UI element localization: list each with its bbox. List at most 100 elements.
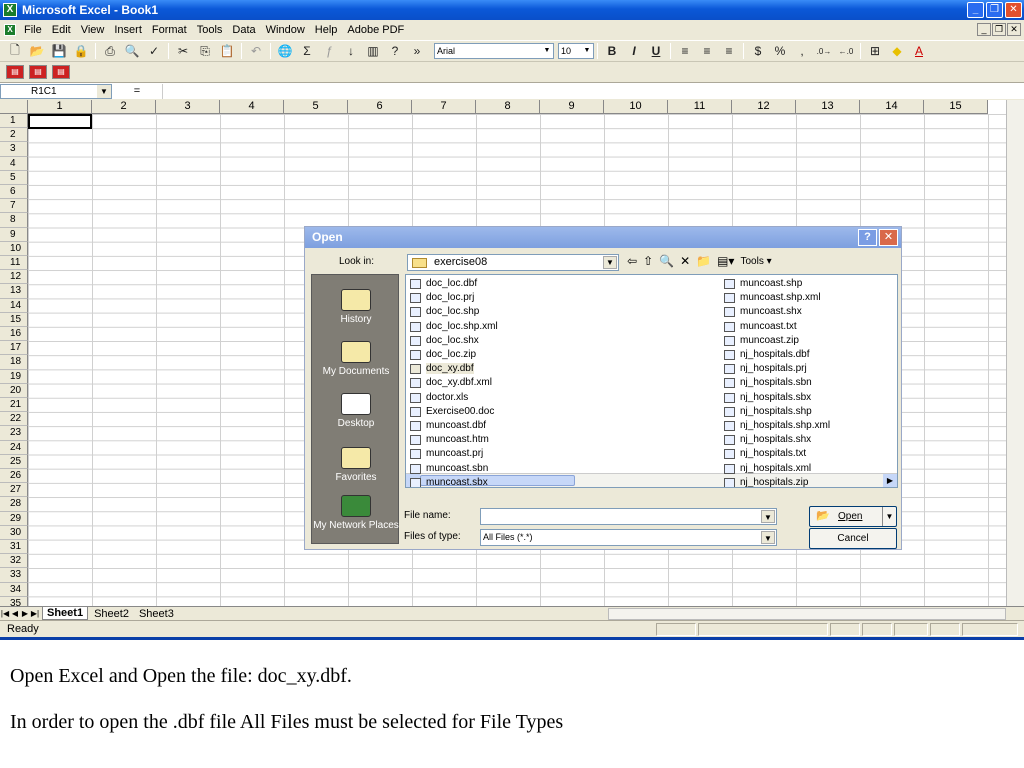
row-header[interactable]: 8	[0, 213, 28, 228]
row-header[interactable]: 21	[0, 398, 28, 413]
file-item[interactable]: muncoast.txt	[722, 320, 797, 334]
menu-tools[interactable]: Tools	[192, 24, 228, 36]
place-desktop[interactable]: Desktop	[312, 393, 400, 429]
file-item[interactable]: doc_xy.dbf	[408, 362, 474, 376]
chevron-down-icon[interactable]: ▼	[882, 507, 896, 526]
row-header[interactable]: 33	[0, 568, 28, 583]
row-header[interactable]: 7	[0, 199, 28, 214]
place-favorites[interactable]: Favorites	[312, 447, 400, 483]
file-item[interactable]: muncoast.zip	[722, 334, 799, 348]
row-header[interactable]: 3	[0, 142, 28, 157]
save-icon[interactable]: 💾	[48, 41, 70, 61]
copy-icon[interactable]: ⎘	[194, 41, 216, 61]
restore-button[interactable]: ❐	[986, 2, 1003, 18]
menu-data[interactable]: Data	[227, 24, 260, 36]
file-item[interactable]: muncoast.shp.xml	[722, 291, 821, 305]
italic-button[interactable]: I	[623, 41, 645, 61]
dialog-help-button[interactable]: ?	[858, 229, 877, 246]
formula-input[interactable]	[162, 83, 1024, 99]
file-type-select[interactable]: All Files (*.*) ▼	[480, 529, 777, 546]
name-box[interactable]: R1C1 ▼	[0, 83, 112, 99]
close-button[interactable]: ✕	[1005, 2, 1022, 18]
pdf-email-icon[interactable]: ▤	[29, 65, 47, 79]
file-name-input[interactable]: ▼	[480, 508, 777, 525]
print-preview-icon[interactable]: 🔍	[121, 41, 143, 61]
file-item[interactable]: muncoast.htm	[408, 433, 489, 447]
row-header[interactable]: 20	[0, 383, 28, 398]
row-header[interactable]: 22	[0, 412, 28, 427]
chart-wizard-icon[interactable]: ▥	[362, 41, 384, 61]
function-icon[interactable]: ƒ	[318, 41, 340, 61]
file-item[interactable]: muncoast.dbf	[408, 419, 486, 433]
column-header[interactable]: 7	[412, 100, 476, 114]
file-item[interactable]: doc_loc.shp	[408, 305, 479, 319]
row-header[interactable]: 5	[0, 170, 28, 185]
file-item[interactable]: nj_hospitals.txt	[722, 447, 806, 461]
dialog-close-button[interactable]: ✕	[879, 229, 898, 246]
file-item[interactable]: doc_loc.zip	[408, 348, 476, 362]
underline-button[interactable]: U	[645, 41, 667, 61]
row-header[interactable]: 9	[0, 227, 28, 242]
increase-decimal-icon[interactable]: .0→	[813, 41, 835, 61]
vertical-scrollbar[interactable]	[1006, 100, 1024, 606]
open-icon[interactable]: 📂	[26, 41, 48, 61]
font-color-icon[interactable]: A	[908, 41, 930, 61]
menu-file[interactable]: File	[19, 24, 47, 36]
file-item[interactable]: nj_hospitals.shp.xml	[722, 419, 830, 433]
autosum-icon[interactable]: Σ	[296, 41, 318, 61]
horizontal-scrollbar[interactable]	[608, 608, 1006, 620]
menu-format[interactable]: Format	[147, 24, 192, 36]
last-sheet-icon[interactable]: ▶|	[30, 609, 40, 618]
mdi-minimize-button[interactable]: _	[977, 23, 991, 36]
file-item[interactable]: muncoast.prj	[408, 447, 483, 461]
file-item[interactable]: doctor.xls	[408, 391, 468, 405]
tab-sheet3[interactable]: Sheet3	[135, 608, 178, 620]
row-header[interactable]: 2	[0, 128, 28, 143]
row-header[interactable]: 25	[0, 454, 28, 469]
borders-icon[interactable]: ⊞	[864, 41, 886, 61]
search-web-icon[interactable]: 🔍	[659, 254, 674, 268]
spelling-icon[interactable]: ✓	[143, 41, 165, 61]
file-item[interactable]: nj_hospitals.dbf	[722, 348, 810, 362]
row-header[interactable]: 28	[0, 497, 28, 512]
row-header[interactable]: 6	[0, 185, 28, 200]
row-header[interactable]: 35	[0, 596, 28, 606]
scroll-right-icon[interactable]: ▶	[883, 474, 897, 487]
column-header[interactable]: 9	[540, 100, 604, 114]
column-header[interactable]: 12	[732, 100, 796, 114]
look-in-select[interactable]: exercise08 ▼	[407, 254, 619, 271]
file-item[interactable]: nj_hospitals.prj	[722, 362, 807, 376]
row-header[interactable]: 24	[0, 440, 28, 455]
active-cell[interactable]	[28, 114, 92, 129]
menu-view[interactable]: View	[76, 24, 110, 36]
row-header[interactable]: 17	[0, 341, 28, 356]
row-header[interactable]: 14	[0, 298, 28, 313]
new-folder-icon[interactable]: 📁	[696, 254, 711, 268]
row-header[interactable]: 34	[0, 582, 28, 597]
back-icon[interactable]: ⇦	[627, 254, 637, 268]
file-item[interactable]: Exercise00.doc	[408, 405, 494, 419]
new-icon[interactable]: 🗋	[4, 41, 26, 61]
column-header[interactable]: 14	[860, 100, 924, 114]
permission-icon[interactable]: 🔒	[70, 41, 92, 61]
place-my-network[interactable]: My Network Places	[312, 495, 400, 531]
align-right-icon[interactable]: ≡	[718, 41, 740, 61]
file-item[interactable]: muncoast.sbn	[408, 462, 488, 476]
file-item[interactable]: muncoast.shx	[722, 305, 802, 319]
file-item[interactable]: doc_loc.shx	[408, 334, 479, 348]
sort-ascending-icon[interactable]: ↓	[340, 41, 362, 61]
column-header[interactable]: 1	[28, 100, 92, 114]
file-item[interactable]: doc_loc.prj	[408, 291, 474, 305]
column-header[interactable]: 5	[284, 100, 348, 114]
column-header[interactable]: 10	[604, 100, 668, 114]
column-header[interactable]: 15	[924, 100, 988, 114]
row-header[interactable]: 16	[0, 327, 28, 342]
file-item[interactable]: doc_xy.dbf.xml	[408, 376, 492, 390]
row-header[interactable]: 4	[0, 156, 28, 171]
file-item[interactable]: nj_hospitals.shx	[722, 433, 811, 447]
font-name-select[interactable]: Arial ▼	[434, 43, 554, 59]
row-header[interactable]: 12	[0, 270, 28, 285]
prev-sheet-icon[interactable]: ◀	[10, 609, 20, 618]
place-history[interactable]: History	[312, 289, 400, 325]
paste-icon[interactable]: 📋	[216, 41, 238, 61]
